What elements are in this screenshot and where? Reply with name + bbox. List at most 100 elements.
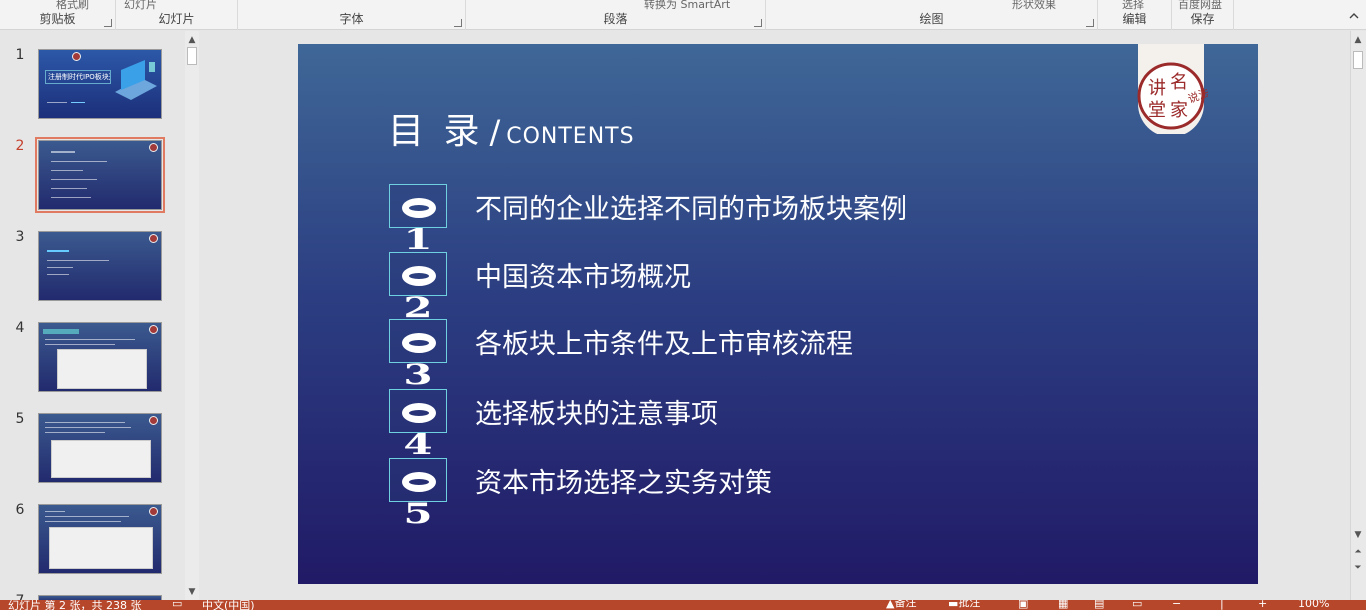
thumbnail-row[interactable]: 1 注册制时代IPO板块选择及首发上市实务 [0, 47, 185, 127]
collapse-ribbon-icon[interactable] [1348, 10, 1360, 22]
thumbnail-scrollbar[interactable]: ▲ ▼ [185, 31, 199, 600]
next-slide-icon[interactable]: ⏷ [1351, 561, 1365, 575]
zero-glyph [402, 333, 436, 353]
thumbnail-row[interactable]: 2 [0, 137, 185, 218]
number-box [389, 252, 447, 296]
current-slide[interactable]: 目 录 / CONTENTS 讲 名 堂 家 说法 1 不同的企业选择不同的市场板块… [298, 44, 1258, 584]
slideshow-icon[interactable]: ▭ [1132, 600, 1142, 610]
slide-thumbnail-5[interactable] [38, 413, 162, 483]
scrollbar-thumb[interactable] [1353, 51, 1363, 69]
spellcheck-icon[interactable]: ▭ [172, 600, 182, 610]
zoom-slider[interactable]: | [1220, 600, 1224, 610]
scrollbar-thumb[interactable] [187, 47, 197, 65]
thumbnail-number: 1 [15, 47, 25, 63]
slide-thumbnail-6[interactable] [38, 504, 162, 574]
item-text: 各板块上市条件及上市审核流程 [475, 329, 853, 360]
scroll-up-icon[interactable]: ▲ [1351, 33, 1365, 47]
scroll-down-icon[interactable]: ▼ [1351, 528, 1365, 542]
logo-icon [149, 325, 158, 334]
group-label-editing: 编辑 [1122, 12, 1147, 26]
item-text: 资本市场选择之实务对策 [475, 468, 772, 499]
item-text: 中国资本市场概况 [475, 262, 691, 293]
item-number: 5 [403, 497, 433, 530]
scroll-up-icon[interactable]: ▲ [185, 33, 199, 47]
logo-icon [149, 234, 158, 243]
group-label-clipboard: 剪贴板 [39, 12, 76, 26]
language-indicator[interactable]: 中文(中国) [202, 600, 255, 610]
status-bar: 幻灯片 第 2 张，共 238 张 ▭ 中文(中国) ▲ 备注 ▬ 批注 ▣ ▦… [0, 600, 1366, 610]
thumbnail-row[interactable]: 3 [0, 229, 185, 309]
slide-thumbnail-1[interactable]: 注册制时代IPO板块选择及首发上市实务 [38, 49, 162, 119]
logo-icon [149, 416, 158, 425]
dialog-launcher-icon[interactable] [104, 19, 112, 27]
item-text: 选择板块的注意事项 [475, 399, 718, 430]
normal-view-icon[interactable]: ▣ [1018, 600, 1028, 610]
notes-label: 备注 [894, 600, 917, 609]
item-number: 1 [403, 223, 433, 256]
slide-scrollbar[interactable]: ▲ ▼ ⏶ ⏷ [1350, 31, 1366, 600]
item-number: 4 [403, 428, 433, 461]
slide-sorter-icon[interactable]: ▦ [1058, 600, 1068, 610]
zoom-level[interactable]: 100% [1298, 600, 1329, 610]
slide-thumbnail-3[interactable] [38, 231, 162, 301]
group-label-save: 保存 [1190, 12, 1215, 26]
laptop-illustration-icon [115, 60, 157, 100]
thumbnail-row[interactable]: 5 [0, 411, 185, 491]
logo-icon [149, 507, 158, 516]
thumbnail-row[interactable]: 6 [0, 502, 185, 582]
thumbnail-number: 3 [15, 229, 25, 245]
number-box [389, 319, 447, 363]
item-number: 2 [403, 291, 433, 324]
zero-glyph [402, 266, 436, 286]
slide-counter: 幻灯片 第 2 张，共 238 张 [8, 600, 142, 610]
logo-char-1: 讲 [1148, 78, 1166, 99]
logo-char-3: 堂 [1148, 100, 1166, 121]
title-separator: / [489, 113, 501, 151]
scroll-down-icon[interactable]: ▼ [185, 585, 199, 599]
item-text: 不同的企业选择不同的市场板块案例 [475, 194, 907, 225]
ribbon-group-editing: 选择 编辑 [1098, 0, 1172, 30]
dialog-launcher-icon[interactable] [1086, 19, 1094, 27]
ribbon-group-drawing: 形状效果 绘图 [766, 0, 1098, 30]
item-number: 3 [403, 358, 433, 391]
brand-logo-icon: 讲 名 堂 家 说法 [1137, 44, 1208, 134]
ribbon-group-font: 字体 [238, 0, 466, 30]
zoom-in-icon[interactable]: + [1258, 600, 1267, 610]
thumbnail-number: 2 [15, 138, 25, 154]
thumbnail-row[interactable]: 4 [0, 320, 185, 400]
thumbnail-number: 6 [15, 502, 25, 518]
slide-thumbnail-4[interactable] [38, 322, 162, 392]
zero-glyph [402, 472, 436, 492]
ribbon-group-paragraph: 转换为 SmartArt 段落 [466, 0, 766, 30]
logo-icon [149, 143, 158, 152]
zero-glyph [402, 198, 436, 218]
notes-button[interactable]: ▲ 备注 [886, 600, 916, 610]
slide-thumbnail-2[interactable] [35, 137, 165, 213]
reading-view-icon[interactable]: ▤ [1094, 600, 1104, 610]
thumbnail-number: 5 [15, 411, 25, 427]
dialog-launcher-icon[interactable] [454, 19, 462, 27]
previous-slide-icon[interactable]: ⏶ [1351, 545, 1365, 559]
ribbon-group-slides: 幻灯片 幻灯片 [116, 0, 238, 30]
ribbon-group-save: 百度网盘 保存 [1172, 0, 1234, 30]
logo-icon [72, 52, 81, 61]
ribbon-group-clipboard: 格式刷 剪贴板 [0, 0, 116, 30]
title-english-text: CONTENTS [506, 124, 635, 149]
dialog-launcher-icon[interactable] [754, 19, 762, 27]
slide-title[interactable]: 目 录 / CONTENTS [388, 102, 635, 154]
zoom-out-icon[interactable]: − [1172, 600, 1181, 610]
slide-editing-area: 目 录 / CONTENTS 讲 名 堂 家 说法 1 不同的企业选择不同的市场板块… [200, 31, 1350, 600]
number-box [389, 458, 447, 502]
group-label-slides: 幻灯片 [158, 12, 195, 26]
number-box [389, 184, 447, 228]
thumbnail-pane: 1 注册制时代IPO板块选择及首发上市实务 2 3 [0, 31, 200, 609]
logo-char-4: 家 [1170, 100, 1188, 121]
thumbnail-title: 注册制时代IPO板块选择及首发上市实务 [45, 70, 111, 84]
group-label-paragraph: 段落 [603, 12, 628, 26]
group-label-font: 字体 [339, 12, 364, 26]
comments-button[interactable]: ▬ 批注 [948, 600, 980, 610]
logo-char-2: 名 [1170, 72, 1188, 93]
number-box [389, 389, 447, 433]
zero-glyph [402, 403, 436, 423]
ribbon: 格式刷 剪贴板 幻灯片 幻灯片 字体 转换为 SmartArt 段落 形状效果 … [0, 0, 1366, 30]
